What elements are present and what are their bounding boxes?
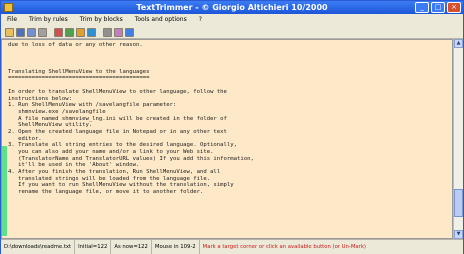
text-line: 2. Open the created language file in Not… [8, 128, 227, 135]
menu-trim-by-rules[interactable]: Trim by rules [23, 14, 74, 26]
text-line: it'll be used in the 'About' window. [8, 162, 140, 169]
text-line: In order to translate ShellMenuView to o… [8, 88, 227, 95]
text-line: rename the language file, or move it to … [8, 189, 204, 196]
status-mouse-position: Mouse in 109-2 [152, 240, 200, 254]
status-bar: D:\downloads\readme.txt Initial=122 As n… [1, 239, 463, 254]
undo-icon[interactable] [76, 27, 85, 37]
scroll-down-icon[interactable]: ▼ [454, 230, 463, 239]
close-button[interactable]: × [447, 2, 461, 13]
rules-icon[interactable] [54, 27, 63, 37]
text-line: 3. Translate all string entries to the d… [8, 142, 238, 149]
options-icon[interactable] [114, 27, 123, 37]
text-line [8, 82, 450, 89]
scroll-thumb[interactable] [454, 189, 463, 217]
toolbar [1, 26, 463, 39]
text-line: A file named shmnview_lng.ini will be cr… [8, 115, 227, 122]
text-editor[interactable]: due to loss of data or any other reason.… [1, 39, 453, 239]
text-line [8, 62, 450, 69]
text-line: If you want to run ShellMenuView without… [8, 182, 234, 189]
status-file-path: D:\downloads\readme.txt [1, 240, 76, 254]
maximize-button[interactable]: □ [431, 2, 445, 13]
text-line: ========================================… [8, 75, 150, 82]
text-line: you can also add your name and/or a link… [8, 149, 214, 155]
title-bar[interactable]: TextTrimmer - © Giorgio Altichieri 10/20… [1, 1, 463, 14]
text-content: due to loss of data or any other reason.… [8, 42, 450, 196]
text-line: instructions below: [8, 95, 72, 102]
status-hint: Mark a target corner or click an availab… [202, 244, 366, 250]
find-icon[interactable] [103, 27, 112, 37]
vertical-scrollbar[interactable]: ▲ ▼ [453, 39, 463, 239]
window-title: TextTrimmer - © Giorgio Altichieri 10/20… [136, 3, 328, 12]
text-line [8, 49, 450, 56]
save-as-icon[interactable] [27, 27, 36, 37]
save-icon[interactable] [16, 27, 25, 37]
menu-trim-by-blocks[interactable]: Trim by blocks [74, 14, 129, 26]
help-icon[interactable] [125, 27, 134, 37]
status-current-count: As now=122 [111, 240, 152, 254]
menu-file[interactable]: File [1, 14, 23, 26]
scroll-up-icon[interactable]: ▲ [454, 39, 463, 48]
open-icon[interactable] [5, 27, 14, 37]
text-line: 4. After you finish the translation, Run… [8, 169, 221, 176]
app-window: TextTrimmer - © Giorgio Altichieri 10/20… [0, 0, 464, 254]
text-line: editor. [8, 135, 42, 142]
text-line: due to loss of data or any other reason. [8, 42, 143, 48]
minimize-button[interactable]: _ [415, 2, 429, 13]
text-line: ShellMenuView utility. [8, 122, 93, 129]
text-line: Translating ShellMenuView to the languag… [8, 68, 150, 75]
menu-bar: File Trim by rules Trim by blocks Tools … [1, 14, 463, 26]
redo-icon[interactable] [87, 27, 96, 37]
marked-block-indicator [2, 146, 7, 236]
status-initial-count: Initial=122 [75, 240, 112, 254]
menu-help[interactable]: ? [193, 14, 208, 26]
text-line: translated strings will be loaded from t… [8, 175, 211, 182]
window-controls: _ □ × [415, 2, 461, 13]
text-line [8, 55, 450, 62]
print-icon[interactable] [38, 27, 47, 37]
blocks-icon[interactable] [65, 27, 74, 37]
text-line: (TranslatorName and TranslatorURL values… [8, 155, 254, 162]
menu-tools-options[interactable]: Tools and options [129, 14, 193, 26]
text-line: shmnview.exe /savelangfile [8, 108, 106, 115]
text-line: 1. Run ShellMenuView with /savelangfile … [8, 102, 177, 109]
